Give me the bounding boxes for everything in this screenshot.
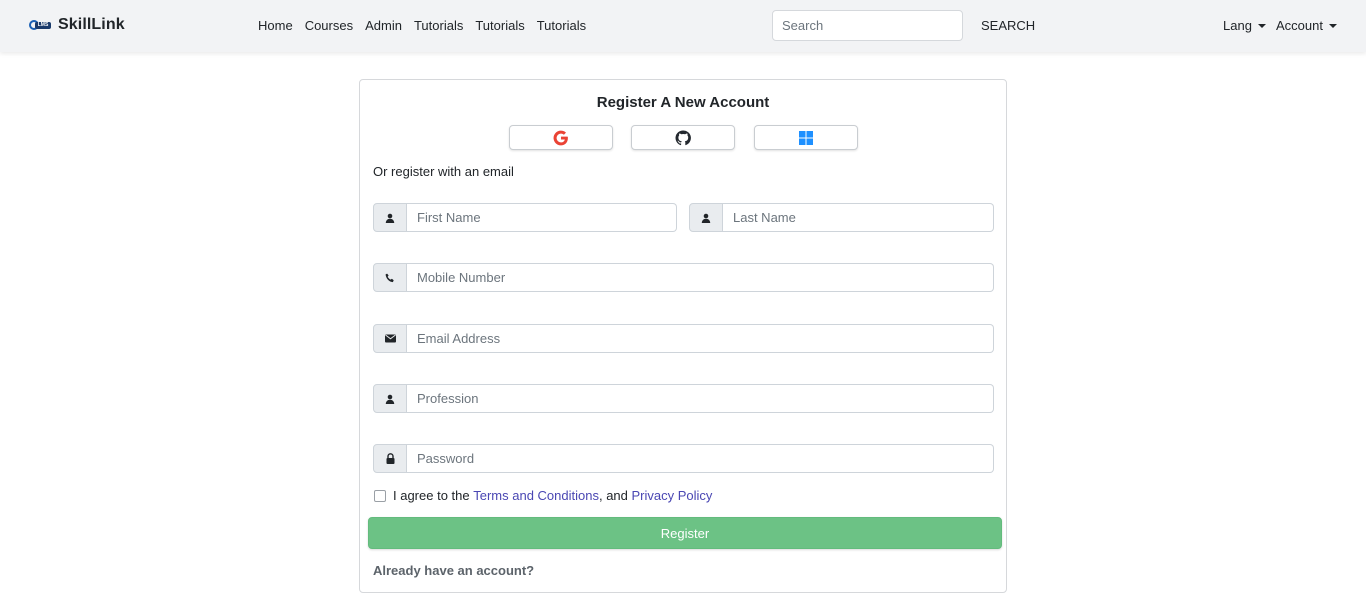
password-group [373, 444, 994, 473]
first-name-input[interactable] [407, 203, 677, 232]
top-navbar: LMS SkillLink Home Courses Admin Tutoria… [0, 0, 1366, 52]
brand-logo-icon: LMS [29, 19, 51, 31]
phone-icon [373, 263, 407, 292]
agree-middle-text: , and [598, 488, 632, 503]
nav-link-admin[interactable]: Admin [365, 18, 402, 33]
email-register-hint: Or register with an email [373, 164, 514, 179]
lang-label: Lang [1223, 18, 1252, 33]
nav-link-courses[interactable]: Courses [305, 18, 353, 33]
password-input[interactable] [407, 444, 994, 473]
terms-link[interactable]: Terms and Conditions [473, 488, 599, 503]
chevron-down-icon [1328, 23, 1337, 28]
nav-links: Home Courses Admin Tutorials Tutorials T… [258, 18, 598, 33]
lang-dropdown[interactable]: Lang [1223, 18, 1266, 33]
github-icon [675, 129, 691, 145]
last-name-group [689, 203, 994, 232]
email-group [373, 324, 994, 353]
account-dropdown[interactable]: Account [1276, 18, 1337, 33]
lock-icon [373, 444, 407, 473]
user-icon [689, 203, 723, 232]
register-button[interactable]: Register [368, 517, 1002, 549]
github-signup-button[interactable] [631, 125, 735, 150]
google-icon [553, 130, 568, 145]
envelope-icon [373, 324, 407, 353]
last-name-input[interactable] [723, 203, 994, 232]
brand-name: SkillLink [58, 16, 125, 33]
nav-link-tutorials-3[interactable]: Tutorials [537, 18, 586, 33]
agree-prefix-text: I agree to the [393, 488, 474, 503]
windows-icon [799, 130, 813, 145]
search-button[interactable]: SEARCH [981, 18, 1035, 33]
privacy-policy-link[interactable]: Privacy Policy [632, 488, 713, 503]
windows-signup-button[interactable] [754, 125, 858, 150]
terms-checkbox[interactable] [374, 489, 386, 502]
login-link[interactable]: Already have an account? [373, 563, 534, 578]
profession-input[interactable] [407, 384, 994, 413]
nav-link-tutorials-1[interactable]: Tutorials [414, 18, 463, 33]
mobile-group [373, 263, 994, 292]
terms-agreement: I agree to the Terms and Conditions , an… [374, 488, 712, 503]
mobile-number-input[interactable] [407, 263, 994, 292]
chevron-down-icon [1257, 23, 1266, 28]
profession-group [373, 384, 994, 413]
user-icon [373, 203, 407, 232]
nav-link-tutorials-2[interactable]: Tutorials [475, 18, 524, 33]
page-title: Register A New Account [596, 94, 770, 111]
google-signup-button[interactable] [509, 125, 613, 150]
brand[interactable]: LMS SkillLink [29, 16, 125, 34]
nav-link-home[interactable]: Home [258, 18, 293, 33]
account-label: Account [1276, 18, 1323, 33]
search-input[interactable] [772, 10, 963, 41]
email-address-input[interactable] [407, 324, 994, 353]
register-card: Register A New Account Or register with … [359, 79, 1007, 593]
first-name-group [373, 203, 677, 232]
user-icon [373, 384, 407, 413]
